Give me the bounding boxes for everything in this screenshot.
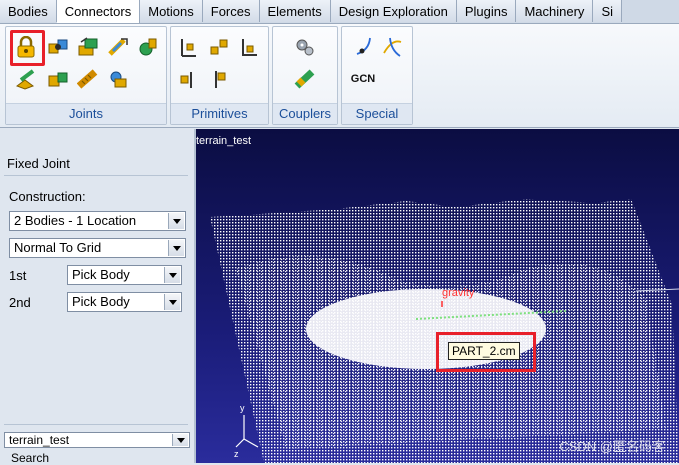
chevron-down-icon[interactable] [164,294,180,310]
chevron-down-icon[interactable] [164,267,180,283]
fixed-joint-highlight [10,30,45,66]
tab-bodies[interactable]: Bodies [0,0,57,22]
tab-machinery[interactable]: Machinery [516,0,594,22]
primitives-group-label: Primitives [171,103,268,124]
tab-simulation[interactable]: Si [593,0,622,22]
viewport-model-name: terrain_test [196,135,252,147]
orientation-select-value: Normal To Grid [14,240,102,255]
tab-plugins[interactable]: Plugins [456,0,517,22]
orientation-primitive-icon[interactable] [237,35,261,59]
perpendicular-primitive-icon[interactable] [207,67,231,91]
chevron-down-icon[interactable] [168,240,184,256]
model-browser-value: terrain_test [9,433,70,447]
panel-divider-bottom [4,424,188,425]
gear-coupler-icon[interactable] [293,35,317,59]
tab-design-exploration[interactable]: Design Exploration [330,0,457,22]
joint-panel: Fixed Joint Construction: 2 Bodies - 1 L… [0,129,196,465]
tab-forces[interactable]: Forces [202,0,260,22]
second-body-label: 2nd [9,295,31,310]
hooke-joint-icon[interactable] [106,67,130,91]
chevron-down-icon[interactable] [168,213,184,229]
spherical-joint-icon[interactable] [136,35,160,59]
first-body-select-value: Pick Body [72,267,130,282]
parallel-axes-primitive-icon[interactable] [177,67,201,91]
panel-divider [4,175,188,176]
curve-curve-icon[interactable] [380,35,404,59]
orientation-select[interactable]: Normal To Grid [9,238,186,258]
general-constraint-icon[interactable]: GCN [348,67,378,91]
joints-group-label: Joints [6,103,166,124]
triad-x-axis [243,438,259,448]
second-body-select[interactable]: Pick Body [67,292,182,312]
special-group-label: Special [342,103,412,124]
inline-primitive-icon[interactable] [177,35,201,59]
watermark: CSDN @匿名码客 [559,439,665,454]
chevron-down-icon[interactable] [172,434,188,446]
ribbon-panel: Joints Primitives Couplers GCN Special [0,24,679,128]
first-body-select[interactable]: Pick Body [67,265,182,285]
tab-motions[interactable]: Motions [140,0,203,22]
special-group: GCN Special [341,26,413,125]
construction-select[interactable]: 2 Bodies - 1 Location [9,211,186,231]
planar-joint-icon[interactable] [14,67,38,91]
tab-connectors[interactable]: Connectors [56,0,141,23]
triad-z-axis [235,438,245,448]
inplane-primitive-icon[interactable] [207,35,231,59]
primitives-group: Primitives [170,26,269,125]
terrain-plot: y z [210,199,679,463]
ribbon-tab-bar: Bodies Connectors Motions Forces Element… [0,0,679,24]
model-browser-select[interactable]: terrain_test [4,432,190,448]
triad-y-label: y [240,403,245,413]
constant-velocity-joint-icon[interactable] [46,67,70,91]
construction-label: Construction: [9,189,86,204]
point-curve-icon[interactable] [352,35,376,59]
second-body-select-value: Pick Body [72,294,130,309]
construction-select-value: 2 Bodies - 1 Location [14,213,137,228]
gravity-label: gravity [442,287,475,299]
screw-joint-icon[interactable] [76,67,100,91]
couplers-group: Couplers [272,26,338,125]
marker-tooltip[interactable]: PART_2.cm [448,342,520,360]
couplers-group-label: Couplers [273,103,337,124]
joints-group: Joints [5,26,167,125]
panel-title: Fixed Joint [7,156,70,171]
gcn-text: GCN [350,73,376,85]
revolute-joint-icon[interactable] [46,35,70,59]
triad-z-label: z [234,449,239,459]
translational-joint-icon[interactable] [76,35,100,59]
first-body-label: 1st [9,268,27,283]
cylindrical-joint-icon[interactable] [106,35,130,59]
coupler-icon[interactable] [293,67,317,91]
tab-elements[interactable]: Elements [259,0,331,22]
model-viewport[interactable]: y z terrain_test gravity PART_2.cm CSDN … [196,129,679,463]
